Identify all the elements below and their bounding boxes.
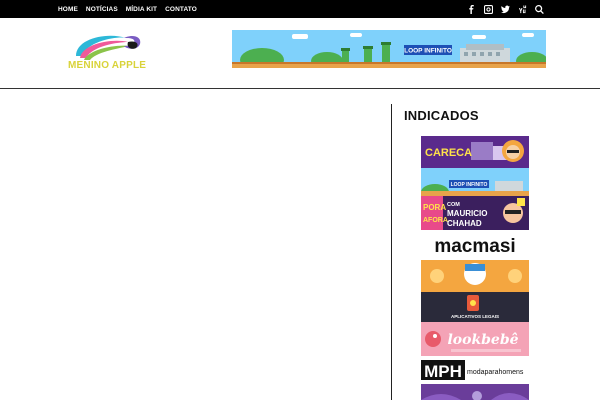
aplicativos-ad-art: APLICATIVOS LEGAIS: [421, 260, 529, 322]
header-ad-banner[interactable]: LOOP INFINITO: [232, 30, 546, 68]
loop-infinito-banner-art: LOOP INFINITO: [232, 30, 546, 68]
ad-careca[interactable]: CARECA: [421, 136, 529, 168]
loop-infinito-ad-art: LOOP INFINITO: [421, 168, 529, 196]
nav-home[interactable]: HOME: [58, 6, 78, 13]
ad-lookbebe[interactable]: lookbebê: [421, 322, 529, 356]
ad-macmasi[interactable]: macmasi: [421, 230, 529, 260]
careca-ad-art: CARECA: [421, 136, 529, 168]
ad-loop-infinito[interactable]: LOOP INFINITO: [421, 168, 529, 196]
apps-label: APLICATIVOS LEGAIS: [451, 314, 499, 319]
instagram-icon[interactable]: [483, 4, 494, 15]
sidebar-divider: [391, 104, 392, 400]
nav-midia-kit[interactable]: MÍDIA KIT: [126, 6, 157, 13]
logo-swoosh-graphic: [76, 35, 141, 60]
top-nav-bar: HOME NOTÍCIAS MÍDIA KIT CONTATO: [0, 0, 600, 18]
careca-ad-label: CARECA: [425, 147, 472, 159]
pora-name1: MAURICIO: [447, 209, 487, 218]
main-nav: HOME NOTÍCIAS MÍDIA KIT CONTATO: [58, 0, 205, 18]
mph-text: modaparahomens: [467, 369, 524, 376]
pora-name2: CHAHAD: [447, 219, 482, 228]
pora-afora-ad-art: PORA AFORA COM MAURICIO CHAHAD: [421, 196, 529, 230]
mph-logo: MPH: [424, 362, 462, 381]
logo-text: MENINO APPLE: [68, 60, 147, 71]
loop-ad-label: LOOP INFINITO: [451, 182, 488, 188]
pora-line1: PORA: [423, 203, 446, 212]
pora-line2: AFORA: [423, 217, 448, 224]
pora-com: COM: [447, 202, 460, 208]
youtube-icon[interactable]: [517, 4, 528, 15]
macmasi-label: macmasi: [434, 236, 515, 257]
ad-mph[interactable]: MPH modaparahomens: [421, 358, 529, 382]
ad-pora-afora[interactable]: PORA AFORA COM MAURICIO CHAHAD: [421, 196, 529, 230]
banner-label: LOOP INFINITO: [404, 48, 452, 55]
facebook-icon[interactable]: [466, 4, 477, 15]
lookbebe-label: lookbebê: [447, 332, 518, 348]
social-links: [460, 0, 545, 18]
ad-aplicativos-legais[interactable]: APLICATIVOS LEGAIS: [421, 260, 529, 322]
search-icon[interactable]: [534, 4, 545, 15]
nav-contato[interactable]: CONTATO: [165, 6, 197, 13]
ad-purple-partial[interactable]: [421, 384, 529, 400]
macmasi-ad-art: macmasi: [421, 230, 529, 260]
sidebar-title: INDICADOS: [404, 108, 479, 123]
purple-ad-art: [421, 384, 529, 400]
mph-ad-art: MPH modaparahomens: [421, 358, 529, 382]
header-divider: [0, 88, 600, 89]
nav-noticias[interactable]: NOTÍCIAS: [86, 6, 118, 13]
lookbebe-ad-art: lookbebê: [421, 322, 529, 356]
twitter-icon[interactable]: [500, 4, 511, 15]
